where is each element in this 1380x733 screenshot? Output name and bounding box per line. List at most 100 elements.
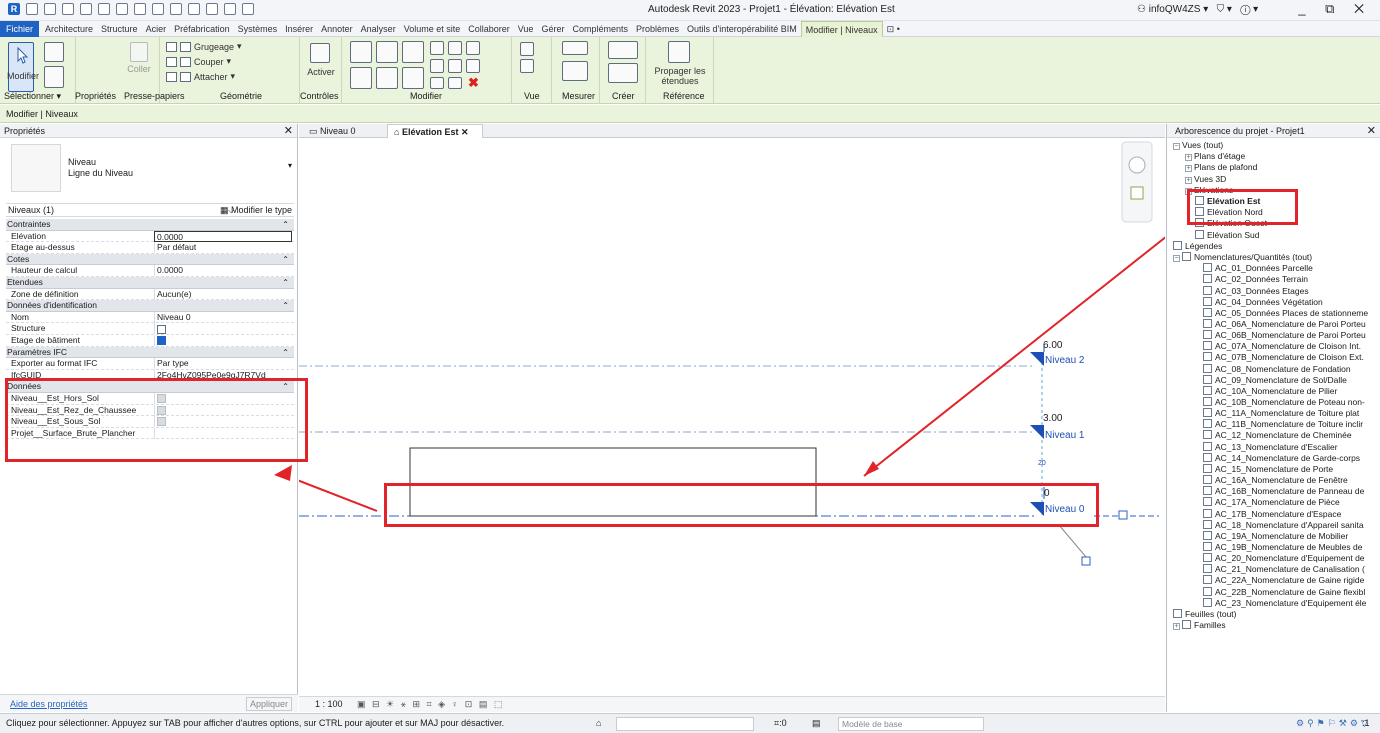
- measure-tool-icon[interactable]: [562, 41, 588, 55]
- expand-icon[interactable]: +: [1185, 165, 1192, 173]
- collapse-icon[interactable]: ⌃: [282, 219, 289, 230]
- view-scale[interactable]: 1 : 100: [315, 697, 343, 712]
- tree-item-schedule[interactable]: AC_08_Nomenclature de Fondation: [1203, 363, 1351, 375]
- unpin-icon[interactable]: [466, 59, 480, 73]
- tree-item-schedule[interactable]: AC_12_Nomenclature de Cheminée: [1203, 430, 1352, 441]
- expand-icon[interactable]: −: [1173, 143, 1180, 150]
- instance-filter[interactable]: Niveaux (1) ⌵ ▦ Modifier le type: [6, 203, 294, 217]
- text-icon[interactable]: [188, 3, 200, 15]
- type-selector[interactable]: Niveau Ligne du Niveau ▾: [6, 141, 296, 197]
- tree-item-schedule[interactable]: AC_07B_Nomenclature de Cloison Ext.: [1203, 352, 1364, 363]
- tree-item-schedule[interactable]: AC_09_Nomenclature de Sol/Dalle: [1203, 374, 1347, 386]
- collapse-icon[interactable]: ⌃: [282, 254, 289, 265]
- tab-extra[interactable]: ⊡ •: [883, 21, 904, 37]
- tree-item-schedule[interactable]: AC_14_Nomenclature de Garde-corps: [1203, 452, 1360, 464]
- save-icon[interactable]: [62, 3, 74, 15]
- activer-icon[interactable]: [310, 43, 330, 63]
- property-value[interactable]: 0.0000: [154, 265, 292, 277]
- trim-icon[interactable]: [430, 59, 444, 73]
- tab-structure[interactable]: Structure: [97, 21, 142, 37]
- property-row[interactable]: Zone de définition Aucun(e): [6, 288, 294, 301]
- revit-logo-icon[interactable]: R: [8, 3, 20, 15]
- tree-item-schedule[interactable]: AC_04_Données Végétation: [1203, 296, 1323, 308]
- redo-icon[interactable]: [116, 3, 128, 15]
- tree-item-schedule[interactable]: AC_11B_Nomenclature de Toiture inclir: [1203, 419, 1363, 430]
- tree-item-schedule[interactable]: AC_10B_Nomenclature de Poteau non-: [1203, 397, 1365, 408]
- collapse-icon[interactable]: ⌃: [282, 277, 289, 288]
- tree-item-schedule[interactable]: AC_23_Nomenclature d'Equipement éle: [1203, 597, 1366, 609]
- measure-icon[interactable]: [152, 3, 164, 15]
- dimension-value[interactable]: 20: [1038, 460, 1046, 467]
- tab-modifier-niveaux[interactable]: Modifier | Niveaux: [800, 20, 883, 37]
- property-row[interactable]: Nom Niveau 0: [6, 311, 294, 324]
- tree-item-schedule[interactable]: AC_16B_Nomenclature de Panneau de: [1203, 486, 1364, 497]
- tree-item-schedule[interactable]: AC_19B_Nomenclature de Meubles de: [1203, 541, 1362, 553]
- view-control-icons[interactable]: ▣ ⊟ ☀ ⚹ ⊞ ⌗ ◈ ♀ ⊡ ▤ ⬚: [357, 697, 504, 712]
- property-category[interactable]: Paramètres IFC ⌃: [6, 346, 294, 359]
- align-icon[interactable]: [350, 41, 372, 63]
- window-controls[interactable]: _ ⧉ ✕: [1298, 1, 1372, 17]
- tab-analyser[interactable]: Analyser: [357, 21, 400, 37]
- attacher-button[interactable]: Attacher ▾: [166, 71, 235, 82]
- lock-icon[interactable]: [1081, 556, 1091, 566]
- print-icon[interactable]: [134, 3, 146, 15]
- tab-collaborer[interactable]: Collaborer: [464, 21, 514, 37]
- property-row[interactable]: Hauteur de calcul 0.0000: [6, 265, 294, 277]
- tab-interoperabilite[interactable]: Outils d'interopérabilité BIM: [683, 21, 801, 37]
- tree-item-plans-etage[interactable]: + Plans d'étage: [1185, 151, 1245, 162]
- tree-item-schedule[interactable]: AC_22A_Nomenclature de Gaine rigide: [1203, 575, 1364, 586]
- tree-item-schedule[interactable]: AC_18_Nomenclature d'Appareil sanita: [1203, 519, 1364, 531]
- tree-item-elevation-sud[interactable]: Elévation Sud: [1195, 229, 1259, 241]
- tree-item-plans-plafond[interactable]: + Plans de plafond: [1185, 162, 1257, 173]
- type-properties-icon[interactable]: [44, 42, 64, 62]
- move-icon[interactable]: [350, 67, 372, 89]
- propager-icon[interactable]: [668, 41, 690, 63]
- pin-icon[interactable]: [448, 59, 462, 73]
- tree-item-schedule[interactable]: AC_07A_Nomenclature de Cloison Int.: [1203, 341, 1361, 352]
- level-head-niveau-1[interactable]: [1030, 425, 1044, 439]
- expand-icon[interactable]: −: [1173, 255, 1180, 262]
- collapse-icon[interactable]: ⌃: [282, 347, 289, 358]
- steering-wheel-icon[interactable]: [1128, 156, 1146, 174]
- tree-item-schedule[interactable]: AC_06B_Nomenclature de Paroi Porteu: [1203, 330, 1366, 341]
- tree-item-schedule[interactable]: AC_17A_Nomenclature de Pièce: [1203, 497, 1340, 508]
- split-icon[interactable]: [430, 41, 444, 55]
- tree-item-schedule[interactable]: AC_15_Nomenclature de Porte: [1203, 463, 1333, 475]
- tree-item-schedule[interactable]: AC_01_Données Parcelle: [1203, 263, 1313, 274]
- dimension-tool-icon[interactable]: [562, 61, 588, 81]
- hide-icon[interactable]: [520, 59, 534, 73]
- checkbox-icon[interactable]: [1118, 510, 1128, 520]
- tab-fichier[interactable]: Fichier: [0, 20, 40, 37]
- level-name-niveau-2[interactable]: Niveau 2: [1045, 355, 1084, 366]
- level-elevation-niveau-2[interactable]: 6.00: [1043, 340, 1062, 351]
- tab-inserer[interactable]: Insérer: [281, 21, 317, 37]
- property-category[interactable]: Contraintes ⌃: [6, 219, 294, 231]
- tree-item-schedule[interactable]: AC_05_Données Places de stationneme: [1203, 307, 1368, 319]
- tree-item-schedule[interactable]: AC_11A_Nomenclature de Toiture plat: [1203, 408, 1359, 419]
- tab-architecture[interactable]: Architecture: [41, 21, 97, 37]
- paste-icon[interactable]: [130, 42, 148, 62]
- copy-element-icon[interactable]: [376, 67, 398, 89]
- level-head-niveau-2[interactable]: [1030, 352, 1044, 366]
- tab-gerer[interactable]: Gérer: [537, 21, 568, 37]
- property-value[interactable]: 0.0000: [154, 230, 292, 242]
- offset-icon[interactable]: [376, 41, 398, 63]
- override-graphics-icon[interactable]: [520, 42, 534, 56]
- property-value[interactable]: [154, 323, 292, 335]
- undo-icon[interactable]: [98, 3, 110, 15]
- property-row[interactable]: Etage de bâtiment: [6, 334, 294, 347]
- grugeage-button[interactable]: Grugeage ▾: [166, 41, 242, 52]
- property-row[interactable]: Etage au-dessus Par défaut: [6, 242, 294, 254]
- worksharing-icon[interactable]: ⌂: [596, 714, 601, 733]
- property-value[interactable]: Aucun(e): [154, 288, 292, 300]
- level-name-niveau-1[interactable]: Niveau 1: [1045, 430, 1084, 441]
- array-icon[interactable]: [448, 41, 462, 55]
- scale-icon[interactable]: [466, 41, 480, 55]
- tree-item-legendes[interactable]: Légendes: [1173, 240, 1222, 252]
- tab-acier[interactable]: Acier: [142, 21, 171, 37]
- selection-toggles[interactable]: ⚙⚲⚑⚐⚒⚙▽: [1296, 714, 1371, 733]
- expand-icon[interactable]: +: [1185, 154, 1192, 162]
- expand-icon[interactable]: +: [1173, 623, 1180, 631]
- sync-icon[interactable]: [80, 3, 92, 15]
- tab-annoter[interactable]: Annoter: [317, 21, 357, 37]
